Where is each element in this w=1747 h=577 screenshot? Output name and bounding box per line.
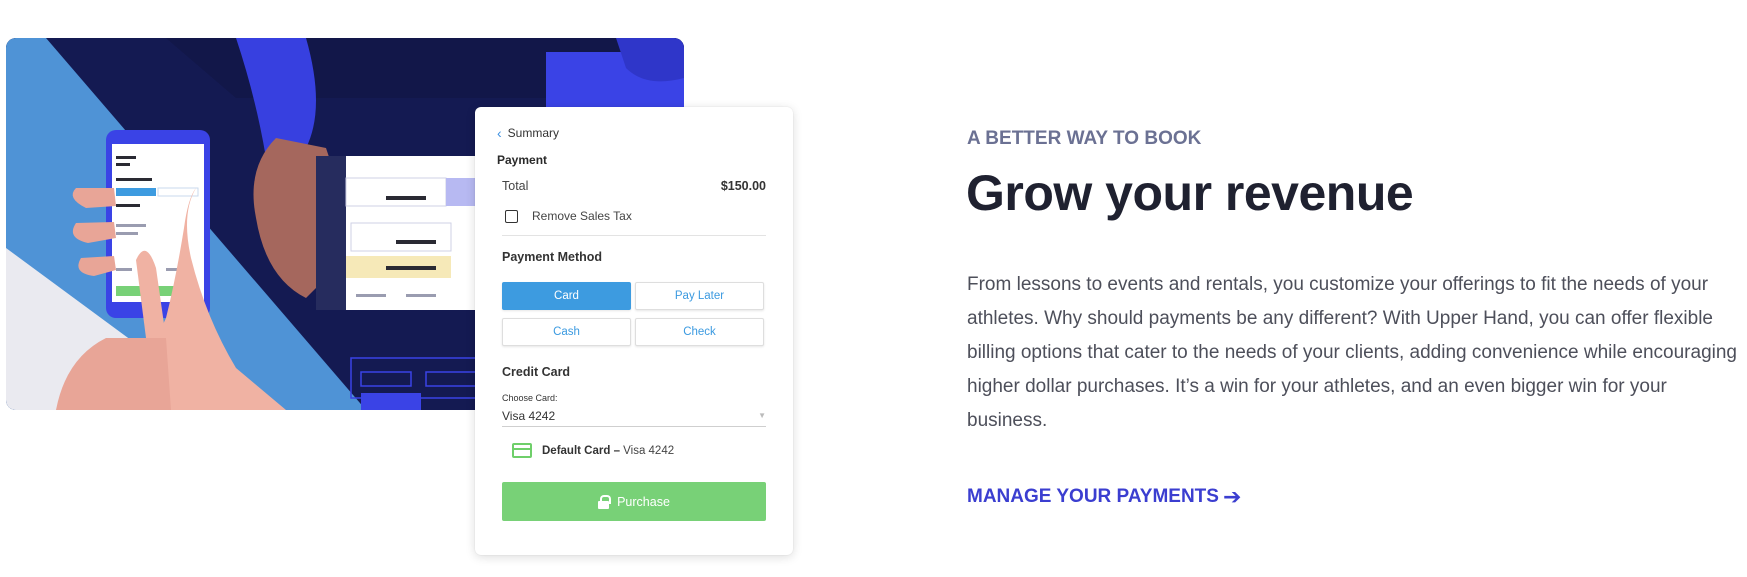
method-card-button[interactable]: Card (502, 282, 631, 310)
lock-icon (598, 494, 612, 509)
arrow-right-icon: ➔ (1222, 484, 1242, 509)
section-body: From lessons to events and rentals, you … (967, 274, 1738, 431)
purchase-label: Purchase (617, 494, 670, 509)
section-headline: Grow your revenue (966, 165, 1414, 221)
total-value: $150.00 (720, 179, 766, 193)
divider (502, 235, 766, 236)
chevron-left-icon: ‹ (497, 125, 502, 141)
cta-label: MANAGE YOUR PAYMENTS (967, 486, 1219, 507)
chevron-down-icon: ▼ (758, 411, 766, 420)
purchase-button[interactable]: Purchase (502, 482, 766, 521)
default-card-value: Visa 4242 (623, 444, 675, 457)
remove-sales-tax-label: Remove Sales Tax (532, 209, 632, 223)
choose-card-select[interactable]: Visa 4242 ▼ (502, 405, 766, 427)
remove-sales-tax-checkbox[interactable] (505, 209, 518, 223)
payment-heading: Payment (497, 153, 548, 167)
method-cash-button[interactable]: Cash (502, 318, 631, 346)
choose-card-label: Choose Card: (502, 393, 558, 403)
section-eyebrow: A BETTER WAY TO BOOK (967, 128, 1202, 149)
back-to-summary-link[interactable]: ‹ Summary (497, 126, 559, 140)
payment-summary-card: ‹ Summary Payment Total $150.00 Remove S… (475, 107, 793, 555)
choose-card-value: Visa 4242 (502, 408, 556, 423)
total-row: Total $150.00 (502, 179, 766, 193)
default-card-row: Default Card – Visa 4242 (512, 443, 674, 458)
payment-method-heading: Payment Method (502, 250, 603, 264)
total-label: Total (502, 179, 529, 193)
default-card-label: Default Card – (542, 444, 620, 457)
remove-sales-tax-row: Remove Sales Tax (505, 209, 632, 223)
manage-payments-link[interactable]: MANAGE YOUR PAYMENTS ➔ (967, 486, 1241, 508)
payment-method-options: Card Pay Later Cash Check (502, 282, 764, 346)
back-label: Summary (507, 126, 560, 140)
credit-card-icon (512, 443, 532, 458)
method-check-button[interactable]: Check (635, 318, 764, 346)
method-pay-later-button[interactable]: Pay Later (635, 282, 764, 310)
credit-card-heading: Credit Card (502, 365, 571, 379)
